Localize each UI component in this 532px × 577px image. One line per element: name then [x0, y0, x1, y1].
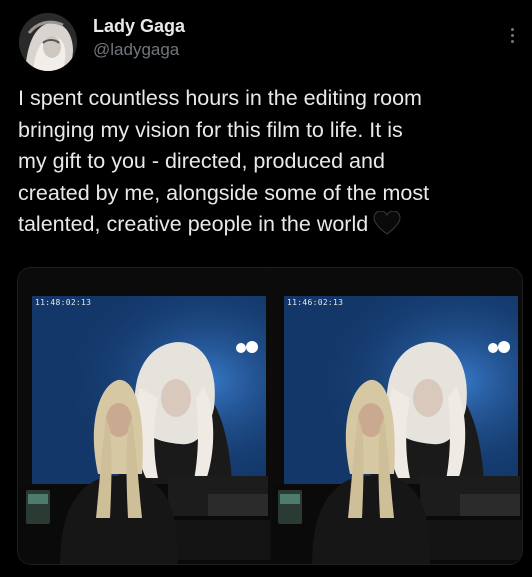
tweet-text: I spent countless hours in the editing r…: [18, 83, 524, 241]
tweet[interactable]: Lady Gaga @ladygaga I spent countless ho…: [0, 0, 532, 577]
timecode-overlay: 11:46:02:13: [287, 298, 344, 307]
black-heart-icon: [373, 211, 401, 235]
author-display-name[interactable]: Lady Gaga: [93, 16, 185, 37]
media-grid[interactable]: 11:48:02:13 11:46:02:13: [17, 267, 523, 565]
profile-avatar[interactable]: [19, 13, 77, 71]
photo-image: [272, 268, 522, 564]
timecode-overlay: 11:48:02:13: [35, 298, 92, 307]
media-photo-2[interactable]: 11:46:02:13: [272, 268, 522, 564]
dot: [510, 33, 514, 37]
media-photo-1[interactable]: 11:48:02:13: [18, 268, 270, 564]
more-options-icon[interactable]: [500, 20, 524, 50]
dot: [510, 39, 514, 43]
photo-image: [18, 268, 270, 564]
author-handle[interactable]: @ladygaga: [93, 40, 179, 60]
dot: [510, 27, 514, 31]
avatar-image: [19, 13, 77, 71]
tweet-text-body: I spent countless hours in the editing r…: [18, 86, 430, 236]
